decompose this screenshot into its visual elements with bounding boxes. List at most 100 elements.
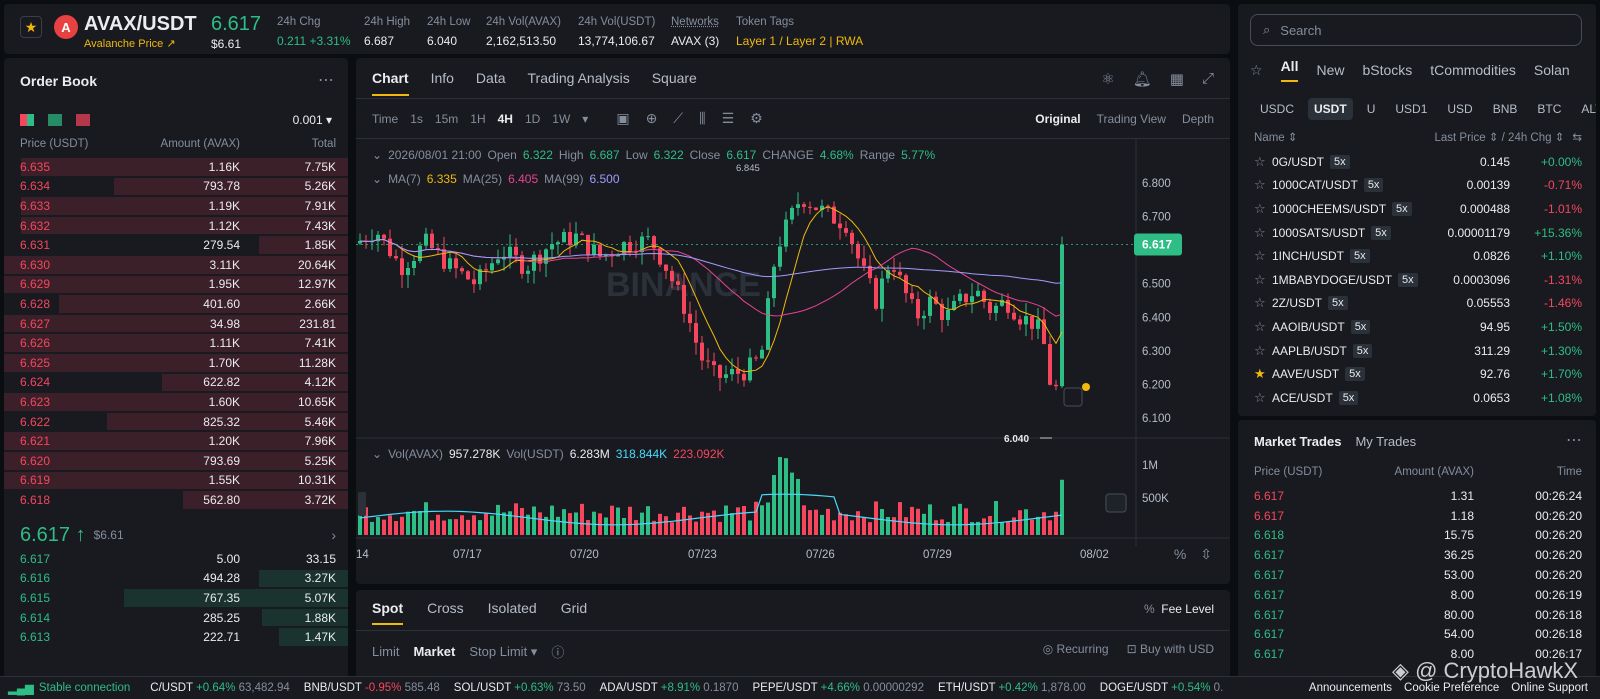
market-row[interactable]: ☆ ACE/USDT 5x 0.0653 +1.08% <box>1238 386 1596 410</box>
timeframe-time[interactable]: Time <box>372 112 398 126</box>
calendar-icon[interactable]: ▣ <box>616 110 629 127</box>
line-chart-icon[interactable]: ⟋ <box>673 110 683 127</box>
market-tab-bstocks[interactable]: bStocks <box>1362 62 1412 78</box>
ticker-item[interactable]: ETH/USDT +0.42% 1,878.00 <box>938 682 1086 694</box>
timeframe-1d[interactable]: 1D <box>525 112 540 126</box>
candlestick-chart[interactable]: BINANCE6.8006.7006.6006.5006.4006.3006.2… <box>356 138 1230 546</box>
order-book-row[interactable]: 6.632 1.12K 7.43K <box>4 216 348 236</box>
market-tab-tcommodities[interactable]: tCommodities <box>1430 62 1516 78</box>
tab-trading-analysis[interactable]: Trading Analysis <box>528 70 630 96</box>
tab-spot[interactable]: Spot <box>372 600 404 625</box>
quote-tab-usdc[interactable]: USDC <box>1254 98 1300 120</box>
precision-select[interactable]: 0.001 ▾ <box>293 113 332 127</box>
quote-tab-btc[interactable]: BTC <box>1531 98 1567 120</box>
market-row[interactable]: ☆ 1000SATS/USDT 5x 0.00001179 +15.36% <box>1238 221 1596 245</box>
recurring-button[interactable]: ◎ Recurring <box>1043 642 1109 656</box>
market-tab-solan[interactable]: Solan <box>1534 62 1570 78</box>
market-tab-all[interactable]: All <box>1280 58 1299 82</box>
fee-level-link[interactable]: % Fee Level <box>1144 602 1214 616</box>
order-book-row[interactable]: 6.614 285.25 1.88K <box>4 608 348 628</box>
favorite-star-icon[interactable]: ☆ <box>1254 225 1272 241</box>
order-type-1[interactable]: Market <box>413 644 455 659</box>
swap-icon[interactable]: ⇆ <box>1572 130 1582 144</box>
quote-tab-bnb[interactable]: BNB <box>1487 98 1524 120</box>
market-row[interactable]: ☆ 1MBABYDOGE/USDT 5x 0.0003096 -1.31% <box>1238 268 1596 292</box>
tab-cross[interactable]: Cross <box>427 600 464 625</box>
view-depth[interactable]: Depth <box>1182 112 1214 126</box>
market-row[interactable]: ☆ 0G/USDT 5x 0.145 +0.00% <box>1238 150 1596 174</box>
order-book-row[interactable]: 6.618 562.80 3.72K <box>4 490 348 510</box>
tab-my-trades[interactable]: My Trades <box>1355 434 1416 449</box>
order-book-row[interactable]: 6.629 1.95K 12.97K <box>4 275 348 295</box>
timeframe-1h[interactable]: 1H <box>470 112 485 126</box>
event-icon[interactable] <box>1063 387 1083 407</box>
order-book-row[interactable]: 6.630 3.11K 20.64K <box>4 255 348 275</box>
order-book-row[interactable]: 6.619 1.55K 10.31K <box>4 471 348 491</box>
order-book-row[interactable]: 6.616 494.28 3.27K <box>4 569 348 589</box>
tab-info[interactable]: Info <box>431 70 454 96</box>
quote-tab-usd1[interactable]: USD1 <box>1389 98 1433 120</box>
order-book-row[interactable]: 6.633 1.19K 7.91K <box>4 196 348 216</box>
favorite-star-icon[interactable]: ☆ <box>1254 319 1272 335</box>
buy-with-usd-button[interactable]: ⊡ Buy with USD <box>1127 642 1214 656</box>
timeframe-4h[interactable]: 4H <box>498 112 513 126</box>
connection-status[interactable]: ▂▄▆ Stable connection <box>0 681 130 695</box>
market-row[interactable]: ★ AAVE/USDT 5x 92.76 +1.70% <box>1238 362 1596 386</box>
tab-market-trades[interactable]: Market Trades <box>1254 434 1341 449</box>
chevron-right-icon[interactable]: › <box>331 527 336 543</box>
favorite-star-icon[interactable]: ☆ <box>1254 272 1272 288</box>
info-icon[interactable]: ⓘ <box>551 642 564 661</box>
order-book-row[interactable]: 6.628 401.60 2.66K <box>4 294 348 314</box>
tab-square[interactable]: Square <box>652 70 697 96</box>
favorite-star-icon[interactable]: ☆ <box>1254 343 1272 359</box>
order-book-row[interactable]: 6.635 1.16K 7.75K <box>4 157 348 177</box>
timeframe-dropdown-icon[interactable]: ▾ <box>582 112 588 126</box>
settings-list-icon[interactable]: ☰ <box>722 110 735 127</box>
ai-icon[interactable]: ⚛ <box>1101 70 1114 88</box>
indicator-add-icon[interactable]: ⊕ <box>646 110 658 127</box>
market-row[interactable]: ☆ AAPLB/USDT 5x 311.29 +1.30% <box>1238 339 1596 363</box>
order-book-row[interactable]: 6.613 222.71 1.47K <box>4 627 348 647</box>
layout-icon[interactable]: ▦ <box>1170 70 1184 88</box>
coin-price-link[interactable]: Avalanche Price ↗ <box>84 37 176 50</box>
favorite-star-icon[interactable]: ☆ <box>1254 154 1272 170</box>
col-price-change[interactable]: Last Price ⇕ / 24h Chg ⇕ <box>1435 130 1565 144</box>
candle-type-icon[interactable]: ⫼ <box>699 110 705 127</box>
event-dot[interactable] <box>1082 383 1090 391</box>
timeframe-1w[interactable]: 1W <box>552 112 570 126</box>
header-stat[interactable]: Networks AVAX (3) <box>671 16 719 48</box>
percent-scale-icon[interactable]: % <box>1174 546 1186 563</box>
more-icon[interactable]: ⋯ <box>318 70 334 90</box>
auto-scale-icon[interactable]: ⇳ <box>1200 546 1212 563</box>
order-book-row[interactable]: 6.631 279.54 1.85K <box>4 235 348 255</box>
favorite-star-icon[interactable]: ☆ <box>1254 248 1272 264</box>
mid-price-row[interactable]: 6.617 ↑ $6.61 › <box>20 520 336 550</box>
fullscreen-icon[interactable]: ⤢ <box>1202 70 1214 88</box>
order-book-row[interactable]: 6.617 5.00 33.15 <box>4 549 348 569</box>
market-tab-new[interactable]: New <box>1316 62 1344 78</box>
order-book-row[interactable]: 6.626 1.11K 7.41K <box>4 333 348 353</box>
bell-icon[interactable]: 🔔︎ <box>1133 70 1152 88</box>
favorite-star-icon[interactable]: ☆ <box>1254 295 1272 311</box>
order-type-2[interactable]: Stop Limit ▾ <box>469 644 537 660</box>
quote-tab-usdt[interactable]: USDT <box>1308 98 1353 120</box>
quote-tab-alt[interactable]: ALT <box>1575 98 1596 120</box>
ticker-item[interactable]: PEPE/USDT +4.66% 0.00000292 <box>752 682 923 694</box>
order-book-row[interactable]: 6.634 793.78 5.26K <box>4 177 348 197</box>
order-book-row[interactable]: 6.625 1.70K 11.28K <box>4 353 348 373</box>
book-asks-icon[interactable] <box>76 114 90 126</box>
ticker-item[interactable]: DOGE/USDT +0.54% 0. <box>1100 682 1224 694</box>
favorite-star-icon[interactable]: ☆ <box>1254 177 1272 193</box>
timeframe-15m[interactable]: 15m <box>435 112 458 126</box>
more-icon[interactable]: ⋯ <box>1566 430 1582 450</box>
market-row[interactable]: ☆ 1INCH/USDT 5x 0.0826 +1.10% <box>1238 244 1596 268</box>
favorites-star-icon[interactable]: ☆ <box>1250 62 1263 79</box>
ticker-item[interactable]: SOL/USDT +0.63% 73.50 <box>454 682 586 694</box>
book-bids-icon[interactable] <box>48 114 62 126</box>
tab-grid[interactable]: Grid <box>561 600 587 625</box>
search-input[interactable]: ⌕ Search <box>1250 14 1582 46</box>
favorite-star-icon[interactable]: ★ <box>20 16 42 38</box>
favorite-star-icon[interactable]: ☆ <box>1254 201 1272 217</box>
favorite-star-icon[interactable]: ☆ <box>1254 390 1272 406</box>
timeframe-1s[interactable]: 1s <box>410 112 423 126</box>
